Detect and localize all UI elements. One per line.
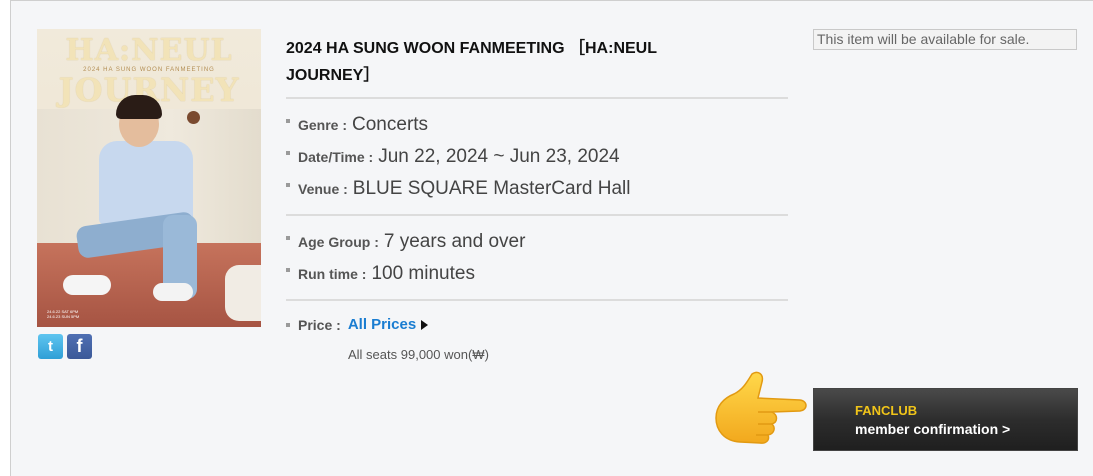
date-label: Date/Time : <box>298 149 374 165</box>
runtime-label: Run time : <box>298 266 367 282</box>
date-value: Jun 22, 2024 ~ Jun 23, 2024 <box>378 146 620 167</box>
bullet-icon <box>286 119 290 123</box>
poster-shoe <box>153 283 193 301</box>
pointing-hand-icon <box>715 371 807 444</box>
sale-notice: This item will be available for sale. <box>813 29 1077 50</box>
twitter-glyph: t <box>48 338 53 355</box>
seat-price: All seats 99,000 won(₩) <box>348 347 489 362</box>
social-share: t f <box>38 334 92 359</box>
fanclub-button-sublabel: member confirmation > <box>855 421 1011 437</box>
genre-label: Genre : <box>298 117 348 133</box>
age-row: Age Group : 7 years and over <box>286 231 525 253</box>
date-row: Date/Time : Jun 22, 2024 ~ Jun 23, 2024 <box>286 146 620 168</box>
divider <box>286 214 788 216</box>
bullet-icon <box>286 268 290 272</box>
venue-label: Venue : <box>298 181 348 197</box>
poster-footer-text: 24.6.22 SAT 6PM 24.6.23 SUN 5PM <box>47 309 80 319</box>
event-poster[interactable]: HA:NEUL 2024 HA SUNG WOON FANMEETING JOU… <box>37 29 261 327</box>
genre-row: Genre : Concerts <box>286 114 428 136</box>
bullet-icon <box>286 322 290 327</box>
play-arrow-icon[interactable] <box>421 319 429 330</box>
divider <box>286 299 788 301</box>
bullet-icon <box>286 236 290 240</box>
age-value: 7 years and over <box>383 231 526 252</box>
facebook-glyph: f <box>76 336 83 356</box>
venue-value: BLUE SQUARE MasterCard Hall <box>352 178 631 199</box>
all-prices-link[interactable]: All Prices <box>348 316 416 333</box>
price-label: Price : <box>298 316 341 333</box>
poster-cloth <box>225 265 261 321</box>
fanclub-confirmation-button[interactable]: FANCLUB member confirmation > <box>813 388 1078 451</box>
event-title: 2024 HA SUNG WOON FANMEETING ［HA:NEUL JO… <box>286 40 657 84</box>
age-label: Age Group : <box>298 234 379 250</box>
facebook-icon[interactable]: f <box>67 334 92 359</box>
runtime-value: 100 minutes <box>371 263 475 284</box>
poster-title-line1: HA:NEUL <box>65 33 233 68</box>
poster-cookie <box>187 111 200 124</box>
fanclub-button-label: FANCLUB <box>855 403 918 418</box>
runtime-row: Run time : 100 minutes <box>286 263 475 285</box>
twitter-icon[interactable]: t <box>38 334 63 359</box>
price-row: Price : All Prices <box>286 316 429 333</box>
genre-value: Concerts <box>352 114 429 135</box>
poster-figure-hair <box>116 95 162 119</box>
venue-row: Venue : BLUE SQUARE MasterCard Hall <box>286 178 631 200</box>
bullet-icon <box>286 151 290 155</box>
divider <box>286 97 788 99</box>
poster-shoe <box>63 275 111 295</box>
bullet-icon <box>286 183 290 187</box>
